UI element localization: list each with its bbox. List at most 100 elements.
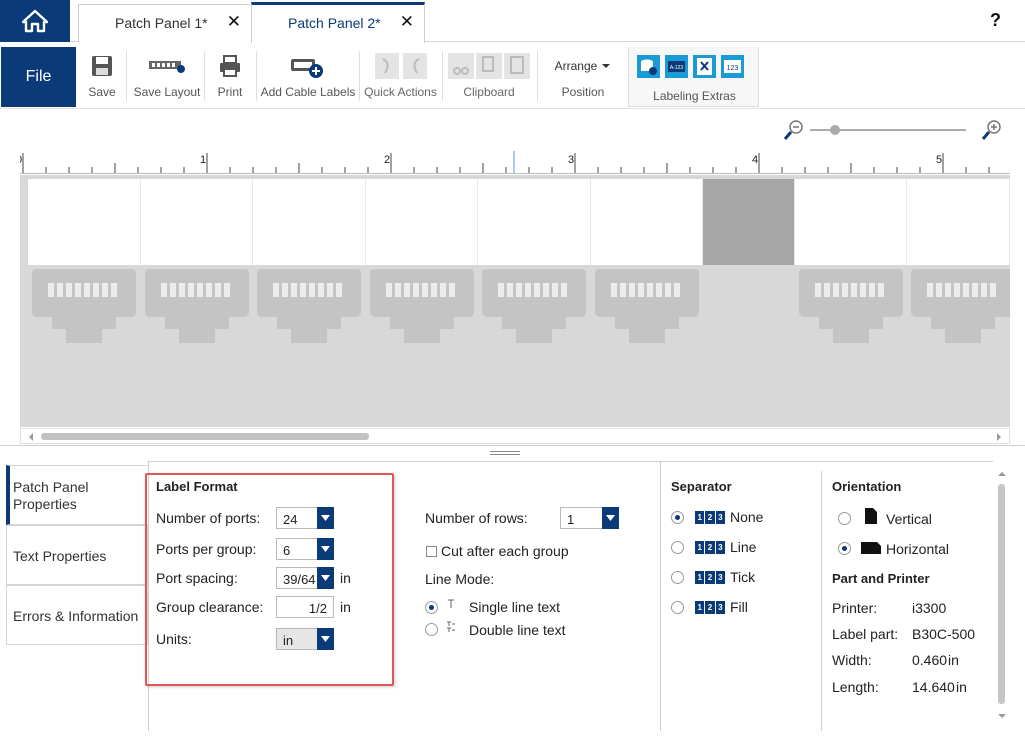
separator-icon-digit: 1 [695,601,705,614]
home-button[interactable] [0,0,70,42]
patch-port[interactable] [482,269,586,349]
close-icon[interactable]: ✕ [400,12,414,32]
print-button[interactable]: Print [212,47,248,107]
separator-line-radio[interactable] [671,541,684,554]
horizontal-page-icon [861,542,881,554]
label-cell[interactable] [141,179,253,265]
clipboard-button[interactable]: Clipboard [446,47,532,107]
chevron-down-icon [602,64,611,68]
patch-port[interactable] [257,269,361,349]
vertical-radio[interactable] [838,512,851,525]
rj45-port-icon [257,269,361,343]
scroll-left-icon[interactable] [27,432,35,442]
save-button[interactable]: Save [84,47,120,107]
length-value: 14.640 [912,679,955,695]
quick-actions-button[interactable]: Quick Actions [363,47,438,107]
separator-line-label: Line [730,539,757,555]
cut-after-group-checkbox[interactable] [426,546,437,557]
label-cell[interactable] [795,179,907,265]
separator-tick-label: Tick [730,569,756,585]
part-printer-title: Part and Printer [832,571,930,586]
save-label: Save [88,85,116,99]
patch-port[interactable] [145,269,249,349]
arrange-button[interactable]: Arrange Position [545,47,621,107]
double-line-icon [447,621,455,632]
separator-line-icon: 123 [695,541,725,554]
separator-icon-digit: 3 [715,541,725,554]
vertical-page-icon [865,508,877,524]
ribbon-divider [204,51,205,101]
double-line-radio[interactable] [425,623,438,636]
horizontal-scroll-thumb[interactable] [41,433,369,440]
vertical-scroll-thumb[interactable] [998,484,1005,704]
section-divider [821,471,822,731]
add-cable-labels-button[interactable]: Add Cable Labels [260,47,356,107]
nav-patch-panel-properties[interactable]: Patch Panel Properties [6,465,148,525]
db-label-icon[interactable] [637,55,660,78]
zoom-in-icon[interactable] [980,118,1004,142]
save-layout-button[interactable]: Save Layout [131,47,203,107]
nav-errors-information[interactable]: Errors & Information [6,585,148,645]
label-cell[interactable] [703,179,795,265]
close-icon[interactable]: ✕ [227,12,241,32]
separator-none-icon: 123 [695,511,725,524]
scroll-right-icon[interactable] [995,432,1003,442]
section-divider [660,461,661,731]
label-cell[interactable] [28,179,141,265]
clipboard-label: Clipboard [463,85,515,99]
arrange-label: Arrange [554,59,598,73]
horizontal-label: Horizontal [886,541,950,557]
label-part-label: Label part: [832,626,899,642]
vertical-label: Vertical [886,511,932,527]
scroll-up-icon[interactable] [997,470,1007,478]
label-part-value: B30C-500 [912,626,976,642]
a-123-icon[interactable]: A-123 [665,55,688,78]
zoom-out-icon[interactable] [782,118,806,142]
width-unit: in [948,652,959,668]
patch-port[interactable] [799,269,903,349]
ribbon: File Save Save Layout Print Add Cable La… [0,43,1025,109]
add-cable-labels-icon [291,59,323,78]
save-icon [92,56,112,76]
separator-icon-digit: 1 [695,541,705,554]
rj45-port-icon [32,269,136,343]
separator-fill-icon: 123 [695,601,725,614]
nav-text-properties[interactable]: Text Properties [6,525,148,585]
length-label: Length: [832,679,879,695]
patch-port[interactable] [911,269,1010,349]
123-icon[interactable]: 123 [721,55,744,78]
help-icon[interactable]: ? [990,10,1001,31]
separator-title: Separator [671,479,732,494]
separator-none-radio[interactable] [671,511,684,524]
chevron-down-icon [606,515,615,521]
label-cell[interactable] [478,179,591,265]
horizontal-radio[interactable] [838,542,851,555]
tab-patch-panel-1[interactable]: Patch Panel 1* ✕ [78,4,252,42]
horizontal-scrollbar[interactable] [20,428,1010,444]
label-format-highlight [145,473,394,686]
separator-tick-radio[interactable] [671,571,684,584]
patch-port[interactable] [32,269,136,349]
patch-port[interactable] [595,269,699,349]
x-label-icon[interactable] [693,55,716,78]
label-cell[interactable] [253,179,366,265]
scroll-down-icon[interactable] [997,712,1007,720]
separator-fill-radio[interactable] [671,601,684,614]
separator-fill-label: Fill [730,599,748,615]
design-canvas[interactable] [20,175,1010,427]
patch-port[interactable] [370,269,474,349]
label-cell[interactable] [907,179,1010,265]
rj45-port-icon [370,269,474,343]
properties-nav: Patch Panel Properties Text Properties E… [6,465,148,647]
single-line-radio[interactable] [425,601,438,614]
file-button[interactable]: File [1,47,76,107]
panel-splitter[interactable] [0,445,1025,461]
save-layout-icon [149,61,185,73]
label-cell[interactable] [366,179,478,265]
separator-icon-digit: 2 [705,601,715,614]
zoom-slider-thumb[interactable] [830,125,840,135]
tab-patch-panel-2[interactable]: Patch Panel 2* ✕ [251,2,425,43]
vertical-scrollbar[interactable] [995,462,1009,727]
number-of-rows-select[interactable]: 1 [560,507,619,529]
label-cell[interactable] [591,179,703,265]
